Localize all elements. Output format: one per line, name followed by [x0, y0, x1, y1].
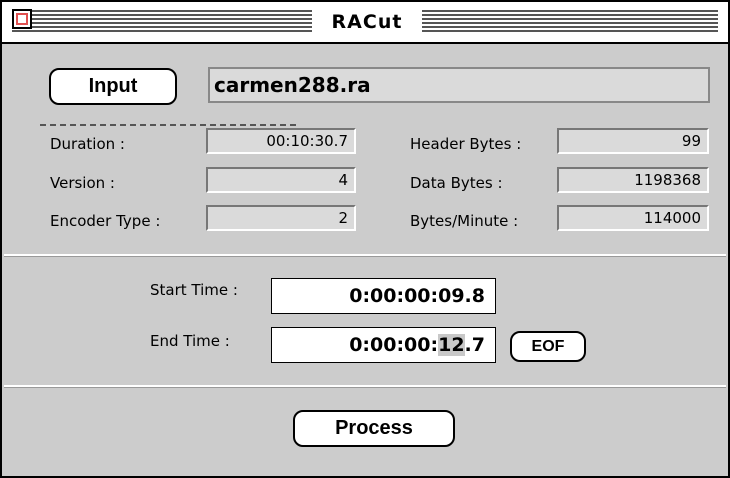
header-bytes-label: Header Bytes : — [410, 135, 522, 153]
header-bytes-value: 99 — [557, 128, 709, 154]
encoder-type-value: 2 — [206, 205, 356, 231]
end-time-suffix: .7 — [464, 334, 485, 356]
input-button[interactable]: Input — [49, 68, 177, 105]
window-title: RACut — [320, 8, 414, 36]
data-bytes-value: 1198368 — [557, 167, 709, 193]
process-button[interactable]: Process — [293, 410, 455, 447]
eof-button[interactable]: EOF — [510, 331, 586, 362]
start-time-field[interactable]: 0:00:00:09.8 — [271, 278, 496, 314]
divider-top — [4, 254, 726, 257]
bytes-per-minute-value: 114000 — [557, 205, 709, 231]
title-stripes-left — [12, 10, 312, 34]
duration-label: Duration : — [50, 135, 125, 153]
racut-window: RACut Input carmen288.ra Duration : 00:1… — [0, 0, 730, 478]
dashed-divider — [40, 124, 296, 126]
encoder-type-label: Encoder Type : — [50, 212, 161, 230]
start-time-label: Start Time : — [150, 281, 238, 299]
version-label: Version : — [50, 174, 115, 192]
title-bar[interactable]: RACut — [2, 2, 728, 44]
end-time-prefix: 0:00:00: — [349, 334, 439, 356]
duration-value: 00:10:30.7 — [206, 128, 356, 154]
input-filename-field: carmen288.ra — [208, 67, 710, 103]
divider-bottom — [4, 385, 726, 388]
version-value: 4 — [206, 167, 356, 193]
close-box-icon[interactable] — [12, 9, 32, 29]
end-time-label: End Time : — [150, 332, 230, 350]
bytes-per-minute-label: Bytes/Minute : — [410, 212, 519, 230]
data-bytes-label: Data Bytes : — [410, 174, 503, 192]
end-time-field[interactable]: 0:00:00:12.7 — [271, 327, 496, 363]
end-time-selected-text: 12 — [438, 334, 465, 356]
title-stripes-right — [422, 10, 718, 34]
